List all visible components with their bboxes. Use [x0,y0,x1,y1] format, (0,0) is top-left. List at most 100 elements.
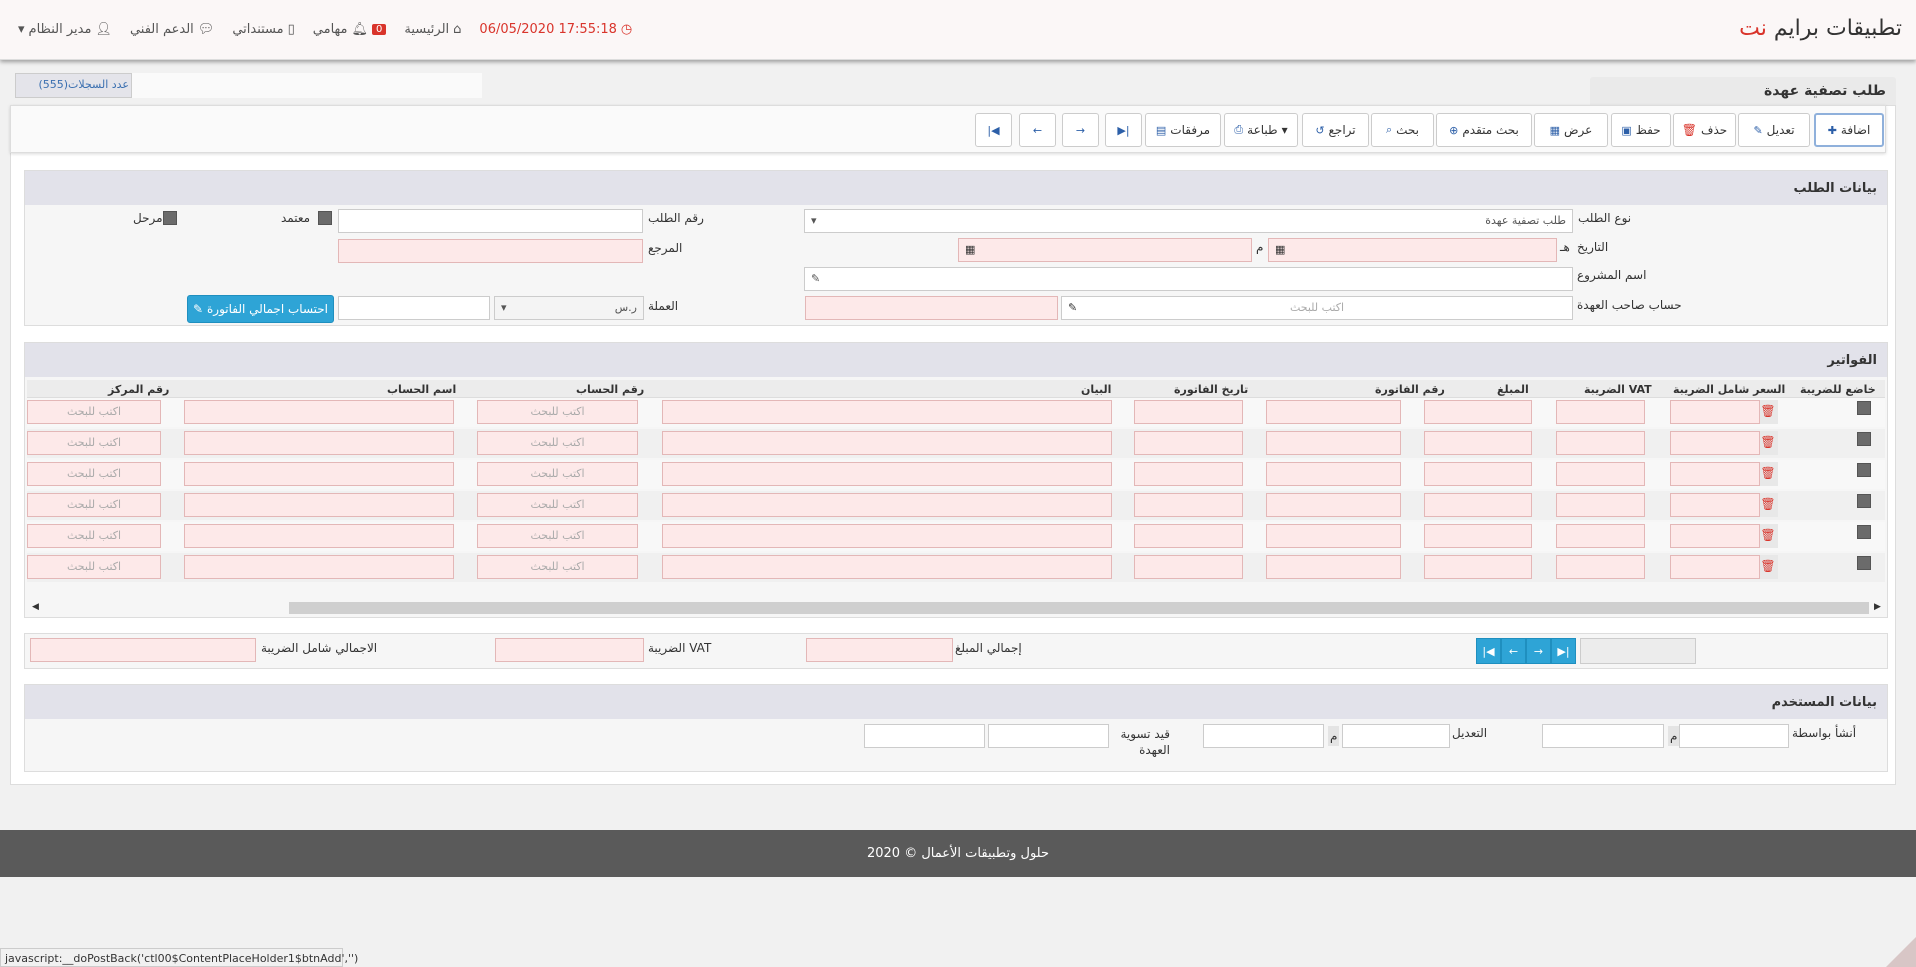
description-cell[interactable] [662,555,1112,579]
custody-account-name-field[interactable] [805,296,1058,320]
taxable-checkbox[interactable] [1857,494,1871,508]
previous-record-button[interactable]: ← [1019,113,1056,147]
nav-support[interactable]: 💬︎ الدعم الفني [130,22,214,37]
center-no-cell[interactable]: اكتب للبحث [27,555,161,579]
edit-button[interactable]: ✎ تعديل [1738,113,1810,147]
reference-field[interactable] [338,239,643,263]
invoice-no-cell[interactable] [1266,431,1401,455]
gregorian-date-field[interactable]: ▦ [958,238,1252,262]
total-incl-tax-field[interactable] [30,638,256,662]
pager-next-button[interactable]: → [1526,638,1551,664]
amount-cell[interactable] [1424,555,1532,579]
price-incl-tax-cell[interactable] [1670,493,1760,517]
scroll-left-icon[interactable]: ◀ [32,602,39,612]
account-name-cell[interactable] [184,462,454,486]
account-no-cell[interactable]: اكتب للبحث [477,555,638,579]
account-no-cell[interactable]: اكتب للبحث [477,524,638,548]
vat-cell[interactable] [1556,555,1645,579]
center-no-cell[interactable]: اكتب للبحث [27,493,161,517]
description-cell[interactable] [662,462,1112,486]
pager-field[interactable] [1580,638,1696,664]
first-record-button[interactable]: |◀ [975,113,1012,147]
taxable-checkbox[interactable] [1857,556,1871,570]
invoice-no-cell[interactable] [1266,555,1401,579]
horizontal-scrollbar[interactable] [289,602,1869,614]
amount-cell[interactable] [1424,400,1532,424]
pager-first-button[interactable]: |◀ [1476,638,1501,664]
last-record-button[interactable]: ▶| [1105,113,1142,147]
vat-cell[interactable] [1556,431,1645,455]
save-button[interactable]: ▣ حفظ [1611,113,1671,147]
nav-user-menu[interactable]: 👤︎ مدير النظام ▾ [18,22,112,37]
center-no-cell[interactable]: اكتب للبحث [27,431,161,455]
attachments-button[interactable]: ▤ مرفقات [1145,113,1221,147]
invoice-date-cell[interactable] [1134,462,1243,486]
delete-row-icon[interactable]: 🗑︎ [1758,400,1778,424]
price-incl-tax-cell[interactable] [1670,555,1760,579]
price-incl-tax-cell[interactable] [1670,431,1760,455]
invoice-date-cell[interactable] [1134,555,1243,579]
delete-row-icon[interactable]: 🗑︎ [1758,431,1778,455]
nav-docs[interactable]: ▯ مستنداتي [232,22,294,37]
posted-checkbox[interactable] [163,211,177,225]
modified-by-field[interactable] [1203,724,1324,748]
account-name-cell[interactable] [184,524,454,548]
taxable-checkbox[interactable] [1857,463,1871,477]
account-no-cell[interactable]: اكتب للبحث [477,400,638,424]
view-button[interactable]: ▦ عرض [1534,113,1608,147]
custody-settlement-no-field[interactable] [864,724,985,748]
description-cell[interactable] [662,524,1112,548]
center-no-cell[interactable]: اكتب للبحث [27,524,161,548]
center-no-cell[interactable]: اكتب للبحث [27,462,161,486]
invoice-no-cell[interactable] [1266,400,1401,424]
advanced-search-button[interactable]: ⊕ بحث متقدم [1436,113,1532,147]
delete-row-icon[interactable]: 🗑︎ [1758,555,1778,579]
currency-select[interactable]: ر.س ▾ [494,296,644,320]
taxable-checkbox[interactable] [1857,432,1871,446]
price-incl-tax-cell[interactable] [1670,400,1760,424]
pager-last-button[interactable]: ▶| [1551,638,1576,664]
request-type-select[interactable]: طلب تصفية عهدة ▾ [804,209,1573,233]
undo-button[interactable]: ↺ تراجع [1302,113,1369,147]
account-no-cell[interactable]: اكتب للبحث [477,493,638,517]
request-no-field[interactable] [338,209,643,233]
account-name-cell[interactable] [184,431,454,455]
approved-checkbox[interactable] [318,211,332,225]
amount-cell[interactable] [1424,493,1532,517]
currency-rate-field[interactable] [338,296,490,320]
invoice-date-cell[interactable] [1134,493,1243,517]
pencil-icon[interactable]: ✎ [1068,301,1077,314]
taxable-checkbox[interactable] [1857,401,1871,415]
nav-home[interactable]: ⌂ الرئيسية [404,22,461,37]
delete-row-icon[interactable]: 🗑︎ [1758,493,1778,517]
next-record-button[interactable]: → [1062,113,1099,147]
project-field[interactable]: ✎ [804,267,1573,291]
pencil-icon[interactable]: ✎ [811,272,820,285]
vat-cell[interactable] [1556,524,1645,548]
delete-row-icon[interactable]: 🗑︎ [1758,524,1778,548]
invoice-date-cell[interactable] [1134,400,1243,424]
hijri-date-field[interactable]: ▦ [1268,238,1557,262]
invoice-no-cell[interactable] [1266,524,1401,548]
total-amount-field[interactable] [806,638,953,662]
add-button[interactable]: ✚ اضافة [1814,113,1884,147]
description-cell[interactable] [662,400,1112,424]
amount-cell[interactable] [1424,524,1532,548]
custody-account-field[interactable]: اكتب للبحث ✎ [1061,296,1573,320]
print-button[interactable]: ⎙ طباعة ▾ [1224,113,1298,147]
delete-button[interactable]: 🗑︎ حذف [1673,113,1736,147]
description-cell[interactable] [662,431,1112,455]
account-name-cell[interactable] [184,493,454,517]
pager-prev-button[interactable]: ← [1501,638,1526,664]
account-no-cell[interactable]: اكتب للبحث [477,431,638,455]
taxable-checkbox[interactable] [1857,525,1871,539]
vat-cell[interactable] [1556,400,1645,424]
vat-cell[interactable] [1556,493,1645,517]
price-incl-tax-cell[interactable] [1670,524,1760,548]
description-cell[interactable] [662,493,1112,517]
invoice-date-cell[interactable] [1134,431,1243,455]
amount-cell[interactable] [1424,431,1532,455]
nav-tasks[interactable]: 0 🔔︎ مهامي [313,22,387,37]
account-name-cell[interactable] [184,555,454,579]
brand-logo[interactable]: تطبيقات برايم نت [1739,16,1902,41]
